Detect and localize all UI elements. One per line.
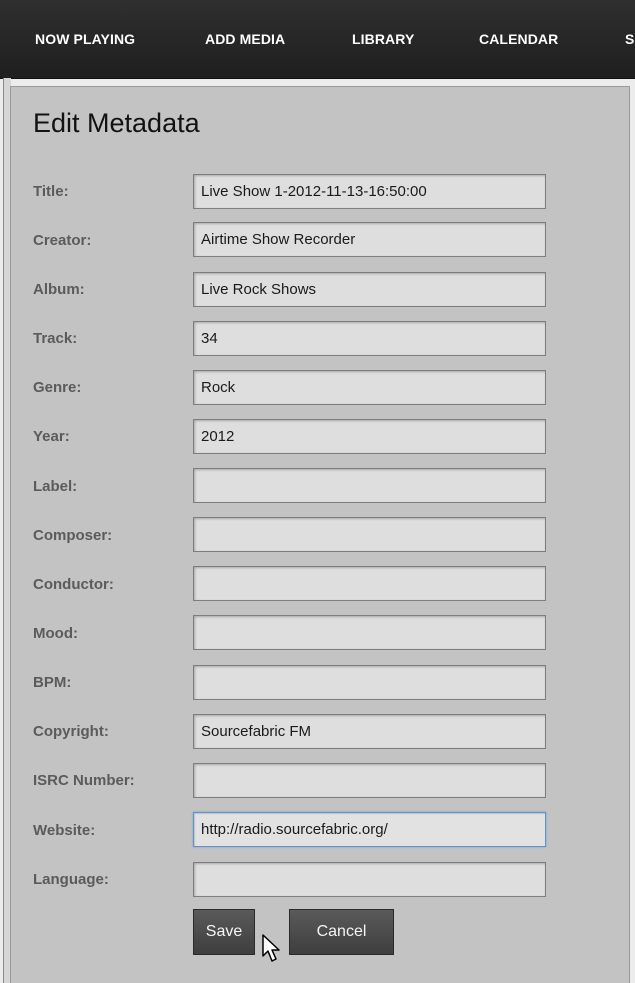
label-label: Label: xyxy=(33,478,78,495)
composer-label: Composer: xyxy=(33,527,113,544)
website-label: Website: xyxy=(33,822,96,839)
language-input[interactable] xyxy=(193,862,546,897)
save-button[interactable]: Save xyxy=(193,909,255,955)
page-title: Edit Metadata xyxy=(33,108,200,138)
title-label: Title: xyxy=(33,183,69,200)
mood-input[interactable] xyxy=(193,615,546,650)
album-label: Album: xyxy=(33,281,85,298)
language-label: Language: xyxy=(33,871,109,888)
year-label: Year: xyxy=(33,428,70,445)
nav-item-calendar[interactable]: CALENDAR xyxy=(479,31,558,47)
nav-item-system-truncated[interactable]: S xyxy=(625,31,634,47)
composer-input[interactable] xyxy=(193,517,546,552)
creator-label: Creator: xyxy=(33,232,92,249)
isrc-number-label: ISRC Number: xyxy=(33,772,135,789)
top-navigation-bar: NOW PLAYING ADD MEDIA LIBRARY CALENDAR S xyxy=(0,0,635,79)
nav-item-now-playing[interactable]: NOW PLAYING xyxy=(35,31,135,47)
isrc-number-input[interactable] xyxy=(193,763,546,798)
mood-label: Mood: xyxy=(33,625,78,642)
label-input[interactable] xyxy=(193,468,546,503)
title-input[interactable] xyxy=(193,174,546,209)
bpm-input[interactable] xyxy=(193,665,546,700)
album-input[interactable] xyxy=(193,272,546,307)
nav-item-add-media[interactable]: ADD MEDIA xyxy=(205,31,285,47)
conductor-label: Conductor: xyxy=(33,576,114,593)
year-input[interactable] xyxy=(193,419,546,454)
track-input[interactable] xyxy=(193,321,546,356)
copyright-label: Copyright: xyxy=(33,723,109,740)
track-label: Track: xyxy=(33,330,78,347)
mouse-pointer-icon xyxy=(262,934,280,962)
bpm-label: BPM: xyxy=(33,674,72,691)
conductor-input[interactable] xyxy=(193,566,546,601)
nav-item-library[interactable]: LIBRARY xyxy=(352,31,414,47)
website-input[interactable] xyxy=(193,812,546,847)
copyright-input[interactable] xyxy=(193,714,546,749)
cancel-button[interactable]: Cancel xyxy=(289,909,394,955)
genre-label: Genre: xyxy=(33,379,82,396)
genre-input[interactable] xyxy=(193,370,546,405)
creator-input[interactable] xyxy=(193,222,546,257)
